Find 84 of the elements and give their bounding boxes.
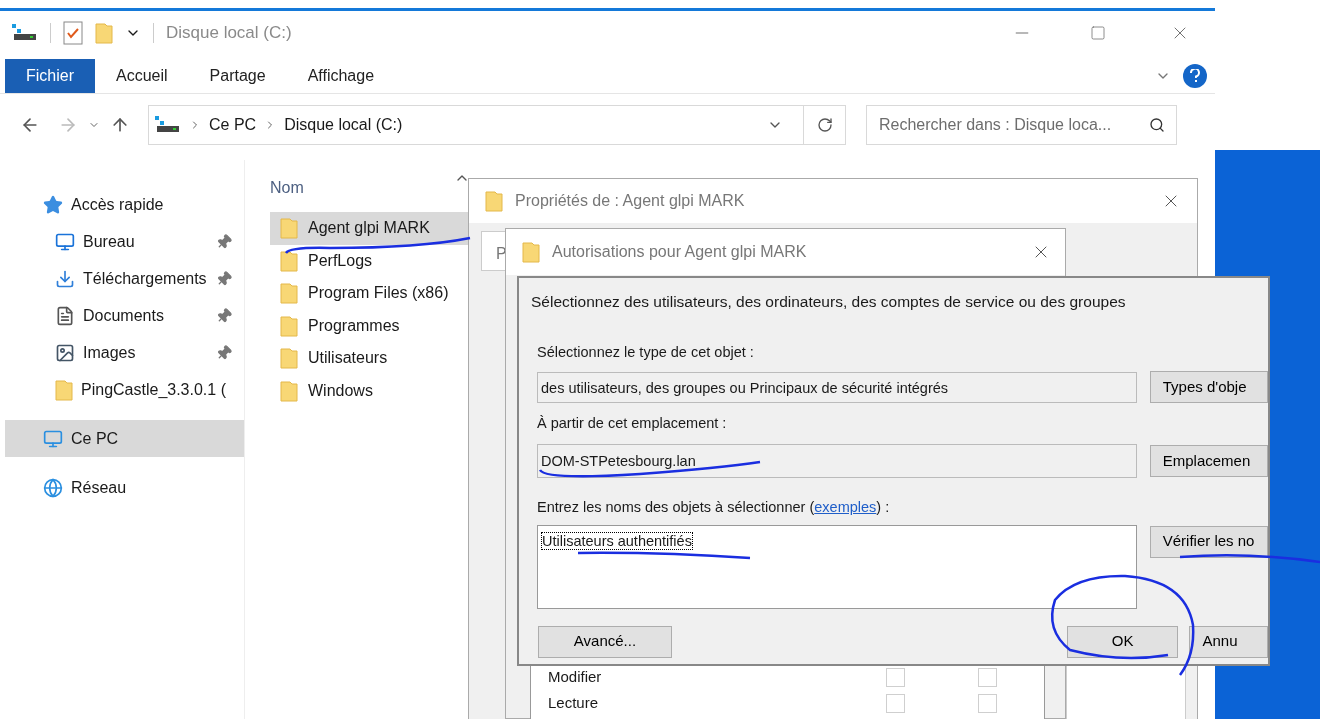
- folder-icon: [522, 241, 540, 263]
- file-row[interactable]: PerfLogs: [270, 244, 470, 277]
- object-types-button[interactable]: Types d'obje: [1149, 371, 1268, 403]
- search-field[interactable]: Rechercher dans : Disque loca...: [866, 105, 1177, 145]
- nav-label: Ce PC: [71, 428, 120, 449]
- locations-button[interactable]: Emplacemen: [1149, 444, 1268, 477]
- document-icon: [55, 305, 75, 326]
- nav-label: Bureau: [83, 231, 136, 252]
- nav-item[interactable]: Réseau: [5, 469, 244, 506]
- folder-icon: [485, 190, 503, 212]
- nav-label: PingCastle_3.3.0.1 (: [81, 379, 227, 400]
- computer-icon: [43, 428, 63, 449]
- ribbon-tab[interactable]: Affichage: [286, 59, 396, 93]
- nav-item[interactable]: PingCastle_3.3.0.1 (: [5, 371, 244, 408]
- breadcrumb-item[interactable]: Disque local (C:): [284, 113, 403, 137]
- file-name: Program Files (x86): [308, 283, 449, 304]
- check-names-button[interactable]: Vérifier les no: [1149, 525, 1268, 558]
- folder-icon: [280, 379, 298, 402]
- network-globe-icon: [43, 477, 63, 498]
- file-name: PerfLogs: [308, 250, 373, 271]
- file-row[interactable]: Windows: [270, 374, 470, 407]
- file-row[interactable]: Program Files (x86): [270, 277, 470, 310]
- breadcrumb-item[interactable]: Ce PC: [209, 113, 257, 137]
- folder-icon: [280, 249, 298, 272]
- folder-icon: [280, 314, 298, 337]
- checkbox[interactable]: [978, 693, 997, 713]
- file-name: Programmes: [308, 315, 400, 336]
- permission-name: Modifier: [548, 666, 603, 687]
- nav-item[interactable]: Accès rapide: [5, 186, 244, 223]
- ok-button[interactable]: OK: [1066, 625, 1179, 658]
- file-name: Windows: [308, 380, 373, 401]
- refresh-icon[interactable]: [816, 117, 833, 133]
- ribbon-tab[interactable]: Accueil: [95, 59, 189, 93]
- cancel-button[interactable]: Annu: [1189, 625, 1268, 658]
- nav-item[interactable]: Documents: [5, 297, 244, 334]
- nav-label: Réseau: [71, 477, 128, 498]
- file-row[interactable]: Utilisateurs: [270, 342, 470, 375]
- checkbox[interactable]: [886, 693, 905, 713]
- folder-icon: [55, 378, 73, 401]
- maximize-icon[interactable]: [1090, 25, 1106, 41]
- drive-icon: [155, 116, 181, 134]
- nav-item[interactable]: Images: [5, 334, 244, 371]
- location-field: DOM-STPetesbourg.lan: [537, 443, 1137, 478]
- nav-label: Documents: [83, 305, 165, 326]
- file-name: Utilisateurs: [308, 348, 388, 369]
- file-row[interactable]: Agent glpi MARK: [270, 212, 470, 245]
- ribbon-tab[interactable]: Fichier: [5, 59, 95, 93]
- checkbox[interactable]: [978, 667, 997, 687]
- nav-label: Images: [83, 342, 137, 363]
- download-arrow-icon: [55, 268, 75, 289]
- drive-icon: [12, 24, 38, 42]
- address-bar[interactable]: Ce PC Disque local (C:): [148, 105, 846, 145]
- star-icon: [43, 194, 63, 215]
- checkbox[interactable]: [886, 667, 905, 687]
- folder-icon: [280, 347, 298, 370]
- folder-icon: [280, 282, 298, 305]
- nav-item[interactable]: Ce PC: [5, 420, 244, 457]
- desktop-icon: [55, 231, 75, 252]
- nav-item[interactable]: Téléchargements: [5, 260, 244, 297]
- nav-label: Téléchargements: [83, 268, 208, 289]
- field-label: À partir de cet emplacement :: [537, 414, 728, 433]
- examples-link[interactable]: exemples: [814, 498, 877, 515]
- dialog-title: Autorisations pour Agent glpi MARK: [552, 242, 807, 262]
- file-name: Agent glpi MARK: [308, 218, 430, 239]
- object-names-field[interactable]: Utilisateurs authentifiés: [537, 524, 1137, 609]
- advanced-button[interactable]: Avancé...: [538, 625, 672, 658]
- field-label: Entrez les noms des objets à sélectionner (exemples) :: [537, 497, 891, 517]
- nav-label: Accès rapide: [71, 194, 165, 215]
- picture-icon: [55, 342, 75, 363]
- ribbon-tab[interactable]: Partage: [188, 59, 287, 93]
- folder-icon: [95, 22, 113, 44]
- dialog-title: Propriétés de : Agent glpi MARK: [515, 191, 745, 211]
- dialog-heading: Sélectionnez des utilisateurs, des ordinateurs, des comptes de service ou des groupes: [531, 292, 1127, 312]
- object-type-field: des utilisateurs, des groupes ou Principaux de sécurité intégrés: [537, 371, 1137, 403]
- permission-name: Lecture: [548, 692, 600, 713]
- checklist-icon: [63, 21, 83, 45]
- nav-item[interactable]: Bureau: [5, 223, 244, 260]
- help-icon[interactable]: [1183, 64, 1207, 88]
- field-label: Sélectionnez le type de cet objet :: [537, 343, 755, 363]
- column-header[interactable]: Nom: [270, 176, 304, 206]
- search-icon: [1149, 117, 1165, 133]
- file-row[interactable]: Programmes: [270, 309, 470, 342]
- window-title: Disque local (C:): [166, 22, 292, 45]
- folder-icon: [280, 217, 298, 240]
